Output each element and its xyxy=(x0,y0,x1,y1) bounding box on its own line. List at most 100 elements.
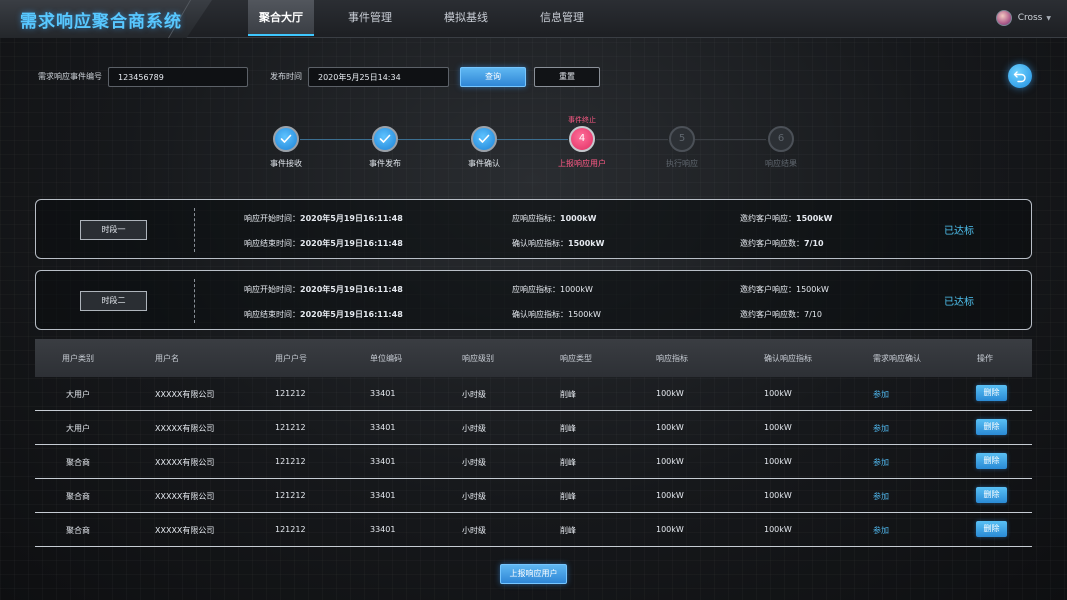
cell-user-name: XXXXX有限公司 xyxy=(155,458,215,467)
cell-confirm-target: 100kW xyxy=(764,491,792,500)
event-id-label: 需求响应事件编号 xyxy=(38,72,102,81)
column-header: 确认响应指标 xyxy=(764,354,812,363)
nav-tab-aggregation-hall[interactable]: 聚合大厅 xyxy=(248,0,314,36)
main-nav: 聚合大厅 事件管理 模拟基线 信息管理 xyxy=(248,0,610,38)
back-button[interactable] xyxy=(1008,64,1032,88)
step-report-users: 事件终止 4 上报响应用户 xyxy=(542,116,622,169)
response-end-time: 响应结束时间：2020年5月19日16:11:48 xyxy=(244,239,403,248)
cell-unit-code: 33401 xyxy=(370,457,396,466)
table-row: 聚合商 XXXXX有限公司 121212 33401 小时级 削峰 100kW … xyxy=(35,479,1032,513)
cell-account: 121212 xyxy=(275,457,306,466)
column-header: 响应级别 xyxy=(462,354,494,363)
user-menu[interactable]: Cross ▼ xyxy=(995,10,1051,26)
step-number: 4 xyxy=(578,133,586,144)
delete-button[interactable]: 删除 xyxy=(976,453,1007,469)
column-header: 用户类别 xyxy=(62,354,94,363)
cell-type: 削峰 xyxy=(560,390,576,399)
participate-link[interactable]: 参加 xyxy=(873,525,889,536)
chevron-down-icon: ▼ xyxy=(1046,14,1051,22)
cell-category: 聚合商 xyxy=(66,492,90,501)
delete-button[interactable]: 删除 xyxy=(976,385,1007,401)
step-number: 6 xyxy=(777,133,785,144)
participate-link[interactable]: 参加 xyxy=(873,389,889,400)
step-label: 执行响应 xyxy=(666,159,698,168)
nav-tab-event-management[interactable]: 事件管理 xyxy=(322,0,418,36)
step-event-publish: 事件发布 xyxy=(345,126,425,169)
invited-response-count: 邀约客户响应数：7/10 xyxy=(740,310,822,319)
table-row: 聚合商 XXXXX有限公司 121212 33401 小时级 削峰 100kW … xyxy=(35,445,1032,479)
delete-button[interactable]: 删除 xyxy=(976,487,1007,503)
table-header: 用户类别 用户名 用户户号 单位编码 响应级别 响应类型 响应指标 确认响应指标… xyxy=(35,339,1032,377)
cell-account: 121212 xyxy=(275,423,306,432)
check-icon xyxy=(379,134,391,143)
report-users-button[interactable]: 上报响应用户 xyxy=(500,564,567,584)
cell-target: 100kW xyxy=(656,525,684,534)
top-header: 需求响应聚合商系统 聚合大厅 事件管理 模拟基线 信息管理 Cross ▼ xyxy=(0,0,1067,38)
participate-link[interactable]: 参加 xyxy=(873,423,889,434)
cell-type: 削峰 xyxy=(560,424,576,433)
cell-type: 削峰 xyxy=(560,492,576,501)
cell-unit-code: 33401 xyxy=(370,389,396,398)
response-start-time: 响应开始时间：2020年5月19日16:11:48 xyxy=(244,214,403,223)
cell-category: 大用户 xyxy=(66,390,90,399)
query-button[interactable]: 查询 xyxy=(460,67,526,87)
step-circle: 6 xyxy=(768,126,794,152)
column-header: 需求响应确认 xyxy=(873,354,921,363)
cell-target: 100kW xyxy=(656,423,684,432)
delete-button[interactable]: 删除 xyxy=(976,521,1007,537)
step-circle xyxy=(471,126,497,152)
cell-level: 小时级 xyxy=(462,526,486,535)
cell-category: 聚合商 xyxy=(66,458,90,467)
cell-user-name: XXXXX有限公司 xyxy=(155,526,215,535)
cell-level: 小时级 xyxy=(462,458,486,467)
cell-target: 100kW xyxy=(656,457,684,466)
participate-link[interactable]: 参加 xyxy=(873,491,889,502)
invited-response-count: 邀约客户响应数：7/10 xyxy=(740,239,824,248)
cell-unit-code: 33401 xyxy=(370,423,396,432)
status-badge: 已达标 xyxy=(944,297,974,308)
cell-level: 小时级 xyxy=(462,390,486,399)
cell-target: 100kW xyxy=(656,389,684,398)
cell-unit-code: 33401 xyxy=(370,491,396,500)
publish-time-input[interactable] xyxy=(308,67,449,87)
step-circle xyxy=(372,126,398,152)
cell-confirm-target: 100kW xyxy=(764,525,792,534)
invited-response: 邀约客户响应：1500kW xyxy=(740,214,833,223)
column-header: 响应类型 xyxy=(560,354,592,363)
response-user-table: 用户类别 用户名 用户户号 单位编码 响应级别 响应类型 响应指标 确认响应指标… xyxy=(35,339,1032,547)
delete-button[interactable]: 删除 xyxy=(976,419,1007,435)
column-header: 响应指标 xyxy=(656,354,688,363)
publish-time-label: 发布时间 xyxy=(270,72,302,81)
period-tag: 时段一 xyxy=(80,220,147,240)
invited-response: 邀约客户响应：1500kW xyxy=(740,285,829,294)
step-label: 响应结果 xyxy=(765,159,797,168)
dashed-divider xyxy=(194,279,195,323)
column-header: 用户户号 xyxy=(275,354,307,363)
cell-level: 小时级 xyxy=(462,424,486,433)
column-header: 用户名 xyxy=(155,354,179,363)
step-circle: 4 xyxy=(569,126,595,152)
step-circle: 5 xyxy=(669,126,695,152)
column-header: 单位编码 xyxy=(370,354,402,363)
nav-tab-simulated-baseline[interactable]: 模拟基线 xyxy=(418,0,514,36)
cell-type: 削峰 xyxy=(560,526,576,535)
cell-confirm-target: 100kW xyxy=(764,423,792,432)
participate-link[interactable]: 参加 xyxy=(873,457,889,468)
period-card-2: 时段二 响应开始时间：2020年5月19日16:11:48 响应结束时间：202… xyxy=(35,270,1032,330)
reset-button[interactable]: 重置 xyxy=(534,67,600,87)
cell-confirm-target: 100kW xyxy=(764,457,792,466)
step-circle xyxy=(273,126,299,152)
target-indicator: 应响应指标：1000kW xyxy=(512,214,597,223)
column-header: 操作 xyxy=(977,354,993,363)
period-tag: 时段二 xyxy=(80,291,147,311)
response-end-time: 响应结束时间：2020年5月19日16:11:48 xyxy=(244,310,403,319)
step-response-result: 6 响应结果 xyxy=(741,126,821,169)
cell-unit-code: 33401 xyxy=(370,525,396,534)
cell-account: 121212 xyxy=(275,389,306,398)
status-badge: 已达标 xyxy=(944,226,974,237)
step-status-note: 事件终止 xyxy=(568,116,596,124)
event-id-input[interactable] xyxy=(108,67,248,87)
confirmed-indicator: 确认响应指标：1500kW xyxy=(512,310,601,319)
nav-tab-info-management[interactable]: 信息管理 xyxy=(514,0,610,36)
step-label: 事件发布 xyxy=(369,159,401,168)
